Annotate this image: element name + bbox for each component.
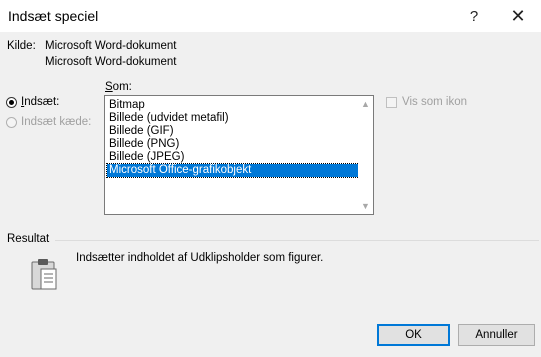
list-item[interactable]: Billede (udvidet metafil) xyxy=(107,112,359,125)
list-item[interactable]: Billede (GIF) xyxy=(107,125,359,138)
paste-radio[interactable]: Indsæt: xyxy=(6,96,59,108)
as-label-rest: om: xyxy=(112,81,132,93)
paste-link-radio-dot[interactable] xyxy=(6,116,17,128)
source-value-line1: Microsoft Word-dokument xyxy=(45,40,177,52)
paste-link-radio-label: Indsæt kæde: xyxy=(21,116,92,128)
display-as-icon-label: Vis som ikon xyxy=(402,96,467,108)
as-label-mnemonic: S xyxy=(105,81,113,93)
title-bar: Indsæt speciel ? ✕ xyxy=(0,0,541,32)
as-listbox[interactable]: Bitmap Billede (udvidet metafil) Billede… xyxy=(104,95,374,215)
cancel-button[interactable]: Annuller xyxy=(458,324,535,346)
list-item-selected[interactable]: Microsoft Office-grafikobjekt xyxy=(106,163,360,178)
ok-button[interactable]: OK xyxy=(377,324,450,346)
help-button[interactable]: ? xyxy=(459,4,489,28)
scroll-down-icon[interactable]: ▼ xyxy=(358,199,373,212)
dialog-title: Indsæt speciel xyxy=(8,8,99,24)
paste-radio-label-rest: ndsæt: xyxy=(24,96,60,108)
list-item[interactable]: Bitmap xyxy=(107,99,359,112)
paste-radio-dot[interactable] xyxy=(6,96,17,108)
result-description: Indsætter indholdet af Udklipsholder som… xyxy=(76,252,324,264)
source-value-line2: Microsoft Word-dokument xyxy=(45,56,177,68)
clipboard-icon xyxy=(31,259,57,290)
close-icon: ✕ xyxy=(510,5,526,26)
listbox-scrollbar[interactable]: ▲ ▼ xyxy=(358,96,373,214)
source-label: Kilde: xyxy=(7,40,36,52)
checkbox-box[interactable] xyxy=(386,96,397,108)
list-item[interactable]: Billede (JPEG) xyxy=(107,151,359,164)
list-item[interactable]: Billede (PNG) xyxy=(107,138,359,151)
close-button[interactable]: ✕ xyxy=(503,4,533,28)
paste-link-radio[interactable]: Indsæt kæde: xyxy=(6,116,91,128)
result-heading: Resultat xyxy=(7,233,50,245)
result-divider xyxy=(55,240,539,241)
scroll-up-icon[interactable]: ▲ xyxy=(358,97,373,110)
paste-radio-label: Indsæt: xyxy=(21,96,59,108)
as-label: Som: xyxy=(105,81,132,93)
display-as-icon-checkbox[interactable]: Vis som ikon xyxy=(386,96,467,108)
